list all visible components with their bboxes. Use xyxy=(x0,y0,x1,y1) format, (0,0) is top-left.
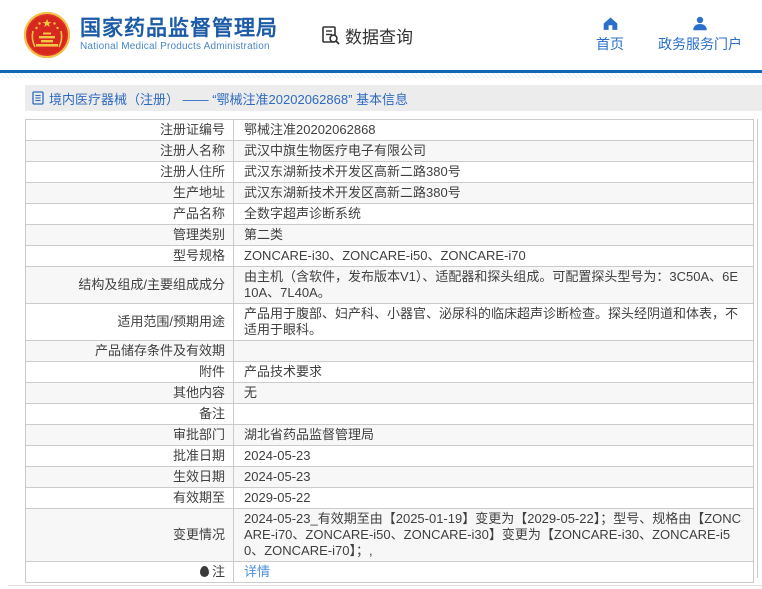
data-query-button[interactable]: 数据查询 xyxy=(320,23,413,48)
row-label: 产品储存条件及有效期 xyxy=(25,340,234,362)
row-value: 武汉东湖新技术开发区高新二路380号 xyxy=(233,182,754,204)
table-row: 产品名称 全数字超声诊断系统 xyxy=(25,203,754,225)
table-row: 注册人住所 武汉东湖新技术开发区高新二路380号 xyxy=(25,161,754,183)
table-row: 变更情况 2024-05-23_有效期至由【2025-01-19】变更为【2029… xyxy=(25,508,754,562)
table-row: 批准日期 2024-05-23 xyxy=(25,445,754,467)
row-label: 批准日期 xyxy=(25,445,234,467)
nav-home-label: 首页 xyxy=(596,36,624,52)
row-label: 其他内容 xyxy=(25,382,234,404)
row-value: 鄂械注准20202062868 xyxy=(233,119,754,141)
row-value: 无 xyxy=(233,382,754,404)
row-value: 2024-05-23_有效期至由【2025-01-19】变更为【2029-05-… xyxy=(233,508,754,562)
row-label: 变更情况 xyxy=(25,508,234,562)
table-row: 注册证编号 鄂械注准20202062868 xyxy=(25,119,754,141)
row-label: 注册证编号 xyxy=(25,119,234,141)
row-label: 注册人住所 xyxy=(25,161,234,183)
row-value: 详情 xyxy=(233,561,754,583)
row-value: 武汉中旗生物医疗电子有限公司 xyxy=(233,140,754,162)
footer-divider xyxy=(8,585,762,586)
row-value xyxy=(233,403,754,425)
data-query-label: 数据查询 xyxy=(345,27,413,47)
row-label: 审批部门 xyxy=(25,424,234,446)
row-value: 2024-05-23 xyxy=(233,466,754,488)
table-row: 生效日期 2024-05-23 xyxy=(25,466,754,488)
document-icon xyxy=(32,91,44,105)
row-value: 由主机（含软件，发布版本V1）、适配器和探头组成。可配置探头型号为：3C50A、… xyxy=(233,266,754,304)
row-label: 附件 xyxy=(25,361,234,383)
row-label: 型号规格 xyxy=(25,245,234,267)
right-edge-line xyxy=(757,119,758,578)
row-label: 适用范围/预期用途 xyxy=(25,303,234,341)
row-value: 产品用于腹部、妇产科、小器官、泌尿科的临床超声诊断检查。探头经阴道和体表，不适用… xyxy=(233,303,754,341)
header-hatch-strip xyxy=(0,73,762,78)
row-value: 湖北省药品监督管理局 xyxy=(233,424,754,446)
row-label: 产品名称 xyxy=(25,203,234,225)
row-value xyxy=(233,340,754,362)
table-row: 注册人名称 武汉中旗生物医疗电子有限公司 xyxy=(25,140,754,162)
breadcrumb-text: 境内医疗器械（注册） —— “鄂械注准20202062868” 基本信息 xyxy=(49,91,409,107)
table-row: 有效期至 2029-05-22 xyxy=(25,487,754,509)
table-row: 产品储存条件及有效期 xyxy=(25,340,754,362)
table-row: 附件 产品技术要求 xyxy=(25,361,754,383)
row-value: 武汉东湖新技术开发区高新二路380号 xyxy=(233,161,754,183)
row-value: 2029-05-22 xyxy=(233,487,754,509)
registration-info-table: 注册证编号 鄂械注准20202062868 注册人名称 武汉中旗生物医疗电子有限公司注… xyxy=(25,119,754,583)
table-row: 结构及组成/主要组成成分 由主机（含软件，发布版本V1）、适配器和探头组成。可配置… xyxy=(25,266,754,304)
row-label: 备注 xyxy=(25,403,234,425)
row-label: 注 xyxy=(25,561,234,583)
table-row: 生产地址 武汉东湖新技术开发区高新二路380号 xyxy=(25,182,754,204)
table-row: 管理类别 第二类 xyxy=(25,224,754,246)
table-row: 适用范围/预期用途 产品用于腹部、妇产科、小器官、泌尿科的临床超声诊断检查。探头经… xyxy=(25,303,754,341)
row-value: ZONCARE-i30、ZONCARE-i50、ZONCARE-i70 xyxy=(233,245,754,267)
detail-link[interactable]: 详情 xyxy=(244,564,270,579)
row-label: 管理类别 xyxy=(25,224,234,246)
table-row: 审批部门 湖北省药品监督管理局 xyxy=(25,424,754,446)
site-header: 国家药品监督管理局 National Medical Products Admi… xyxy=(0,0,762,70)
nav-gov-portal-label: 政务服务门户 xyxy=(658,36,742,52)
doc-search-icon xyxy=(322,25,340,45)
row-value: 第二类 xyxy=(233,224,754,246)
table-row: 备注 xyxy=(25,403,754,425)
row-label: 生效日期 xyxy=(25,466,234,488)
bulb-icon xyxy=(199,566,209,577)
row-label: 生产地址 xyxy=(25,182,234,204)
breadcrumb: 境内医疗器械（注册） —— “鄂械注准20202062868” 基本信息 xyxy=(25,85,762,111)
table-row: 注详情 xyxy=(25,561,754,583)
home-icon xyxy=(603,17,617,30)
national-emblem-logo xyxy=(24,12,70,58)
header-nav: 首页 政务服务门户 xyxy=(596,16,742,54)
row-label: 结构及组成/主要组成成分 xyxy=(25,266,234,304)
site-subtitle: National Medical Products Administration xyxy=(80,41,270,52)
row-label: 有效期至 xyxy=(25,487,234,509)
site-title: 国家药品监督管理局 xyxy=(80,17,278,40)
table-row: 其他内容无 xyxy=(25,382,754,404)
row-value: 产品技术要求 xyxy=(233,361,754,383)
site-title-block: 国家药品监督管理局 National Medical Products Admi… xyxy=(80,18,278,52)
table-row: 型号规格 ZONCARE-i30、ZONCARE-i50、ZONCARE-i70 xyxy=(25,245,754,267)
row-label: 注册人名称 xyxy=(25,140,234,162)
user-icon xyxy=(693,16,707,31)
nav-item-home[interactable]: 首页 xyxy=(596,16,624,54)
nav-item-gov-portal[interactable]: 政务服务门户 xyxy=(658,16,742,54)
row-value: 2024-05-23 xyxy=(233,445,754,467)
row-value: 全数字超声诊断系统 xyxy=(233,203,754,225)
